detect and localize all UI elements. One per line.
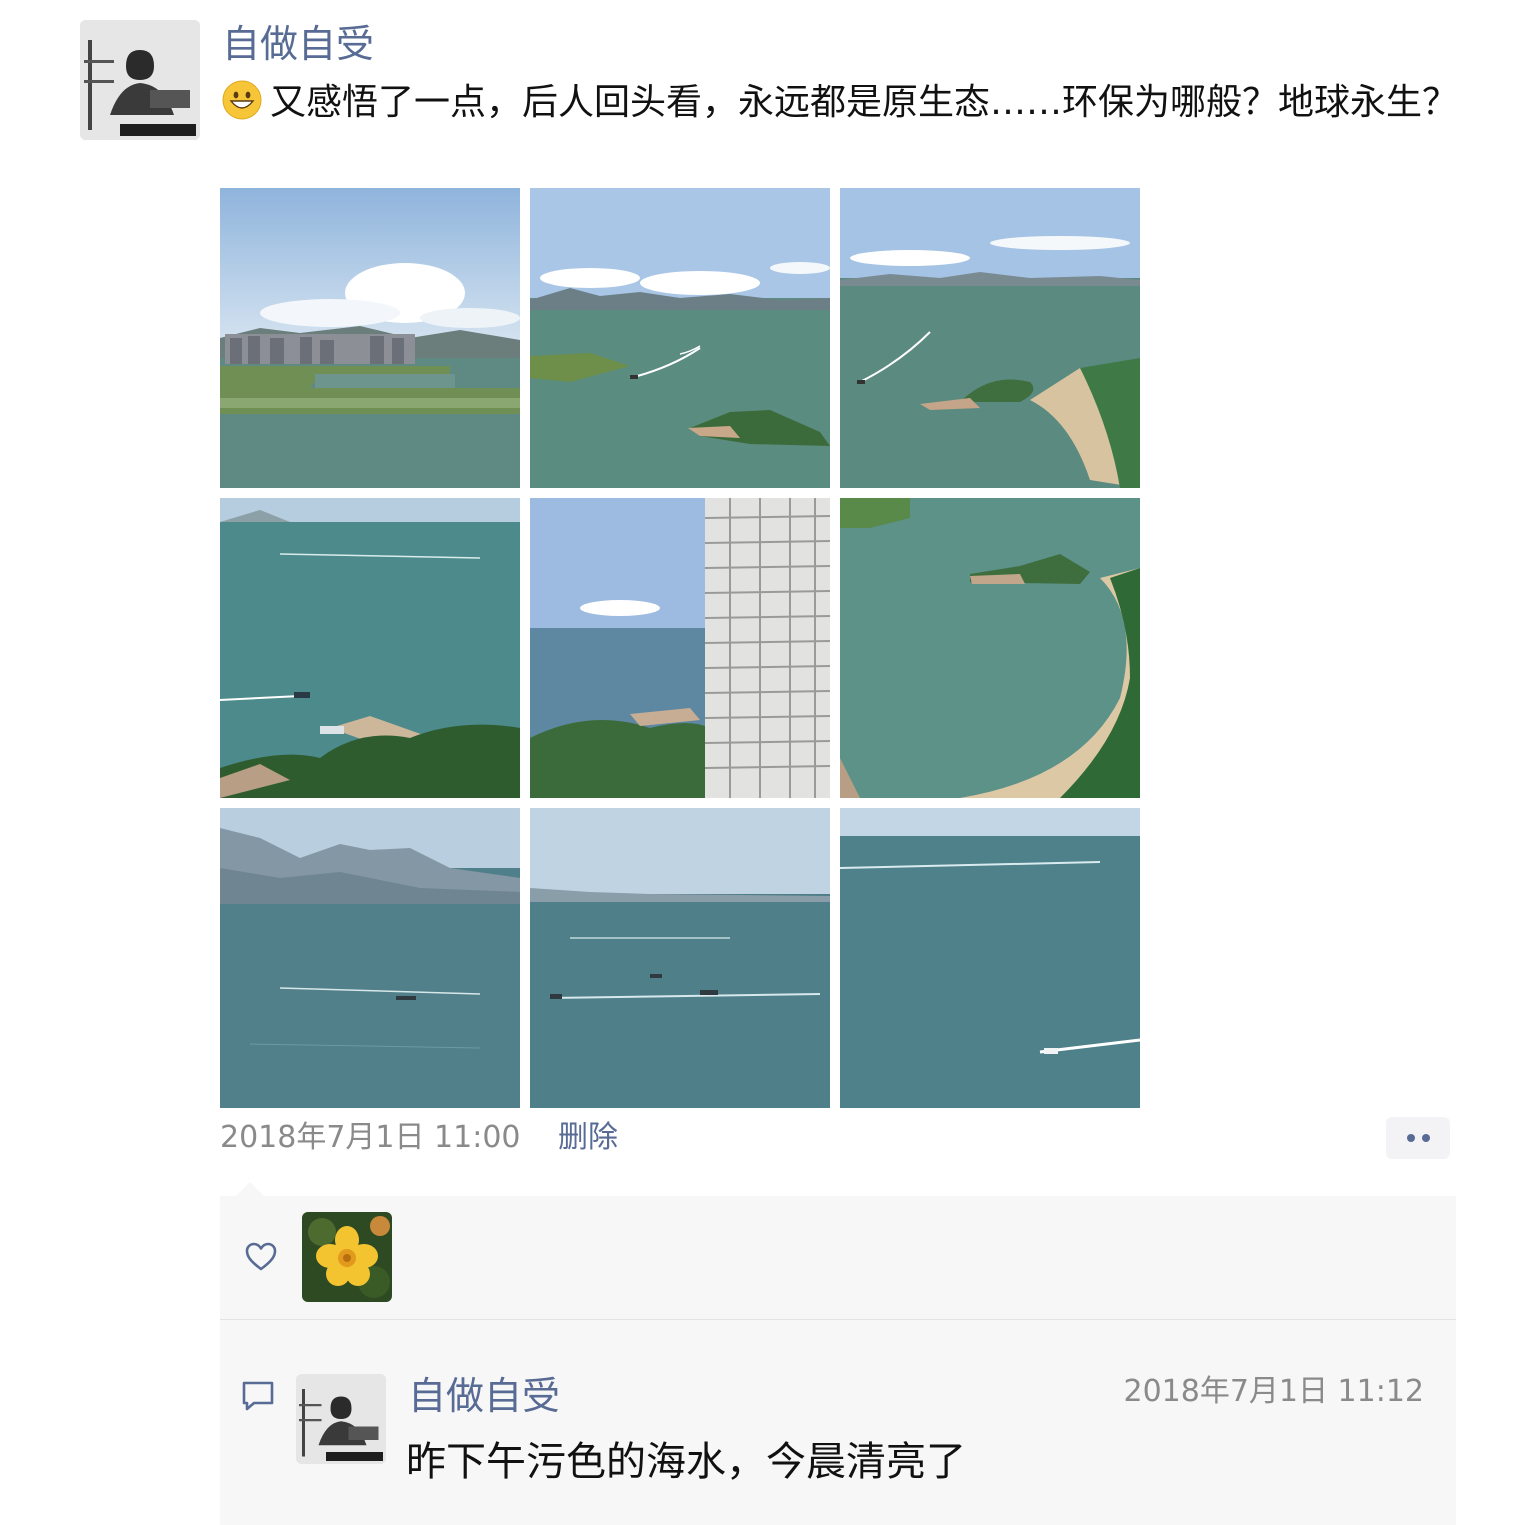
photo-sea-speedboat[interactable] xyxy=(840,808,1140,1108)
more-button[interactable] xyxy=(1386,1117,1450,1159)
comment-icon xyxy=(242,1381,274,1411)
more-dots-icon xyxy=(1422,1134,1430,1142)
photo-sea-mountains[interactable] xyxy=(220,808,520,1108)
post-time: 2018年7月1日 11:00 xyxy=(220,1120,521,1155)
divider xyxy=(220,1319,1456,1320)
post-text: 又感悟了一点，后人回头看，永远都是原生态……环保为哪般？地球永生？ xyxy=(270,82,1459,123)
comment-author-avatar[interactable] xyxy=(296,1374,386,1464)
grinning-face-emoji-icon xyxy=(222,80,262,120)
photo-bay-boat-islet[interactable] xyxy=(840,188,1140,488)
comment-text[interactable]: 昨下午污色的海水，今晨清亮了 xyxy=(406,1434,966,1490)
panel-pointer xyxy=(236,1182,264,1196)
photo-coast-buildings[interactable] xyxy=(220,188,520,488)
post-content: 又感悟了一点，后人回头看，永远都是原生态……环保为哪般？地球永生？ xyxy=(222,78,1482,128)
flower-avatar-icon xyxy=(302,1212,392,1302)
comment-author-name[interactable]: 自做自受 xyxy=(408,1370,560,1422)
likes-row xyxy=(220,1196,1456,1319)
interaction-panel: 自做自受 2018年7月1日 11:12 昨下午污色的海水，今晨清亮了 xyxy=(220,1196,1456,1525)
photo-sea-building[interactable] xyxy=(530,498,830,798)
user-avatar-icon xyxy=(296,1374,386,1464)
photo-sea-boats-islet[interactable] xyxy=(530,188,830,488)
photo-open-sea[interactable] xyxy=(530,808,830,1108)
post-author-name[interactable]: 自做自受 xyxy=(222,18,374,70)
photo-beach-islet[interactable] xyxy=(840,498,1140,798)
more-dots-icon xyxy=(1407,1134,1415,1142)
liker-avatar[interactable] xyxy=(302,1212,392,1302)
photo-grid xyxy=(220,188,1140,1108)
delete-button[interactable]: 删除 xyxy=(558,1118,618,1158)
heart-icon xyxy=(245,1242,277,1271)
post-author-avatar[interactable] xyxy=(80,20,200,140)
comment-time: 2018年7月1日 11:12 xyxy=(1123,1374,1424,1409)
photo-sea-pier-trees[interactable] xyxy=(220,498,520,798)
user-avatar-icon xyxy=(80,20,200,140)
